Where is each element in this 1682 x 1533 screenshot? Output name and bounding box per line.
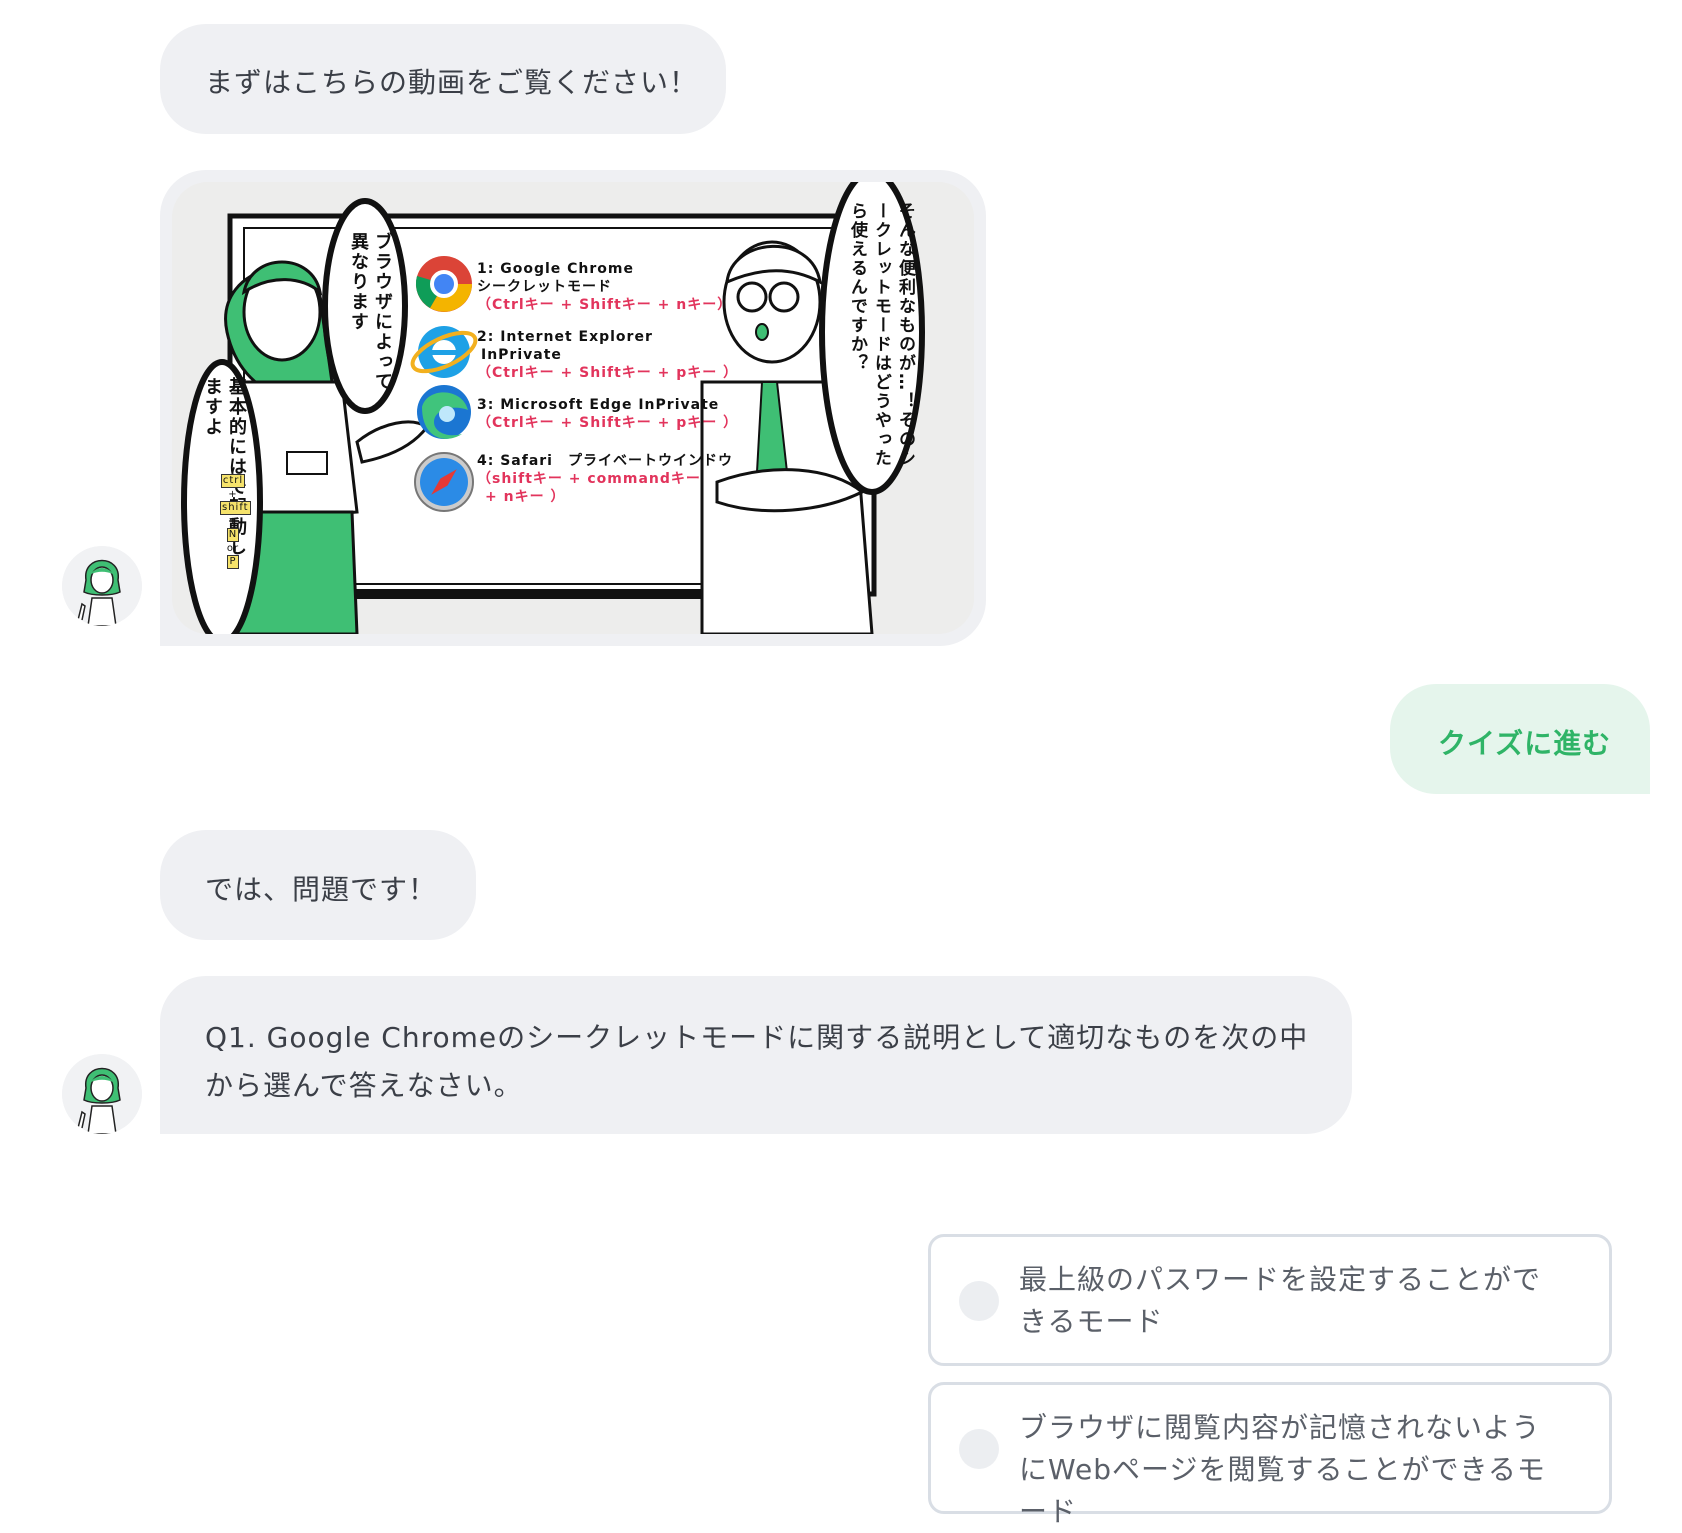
browser-title: 3: Microsoft Edge InPrivate bbox=[477, 397, 720, 413]
video-thumbnail[interactable]: 1: Google Chrome シークレットモード （Ctrlキー + Shi… bbox=[172, 182, 974, 634]
browser-title: 4: Safari プライベートウインドウ bbox=[477, 453, 733, 469]
browser-shortcut: （Ctrlキー + Shiftキー + nキー） bbox=[477, 297, 733, 313]
option-label: ブラウザに閲覧内容が記憶されないようにWebページを閲覧することができるモード bbox=[1019, 1411, 1546, 1528]
option-label: 最上級のパスワードを設定することができるモード bbox=[1019, 1263, 1542, 1338]
assistant-avatar-icon bbox=[62, 546, 142, 626]
edge-icon bbox=[417, 385, 471, 439]
message-text: では、問題です！ bbox=[205, 873, 438, 906]
chrome-icon bbox=[415, 256, 472, 312]
bot-message-lead-in: では、問題です！ bbox=[160, 830, 476, 940]
question-text: Q1. Google Chromeのシークレットモードに関する説明として適切なも… bbox=[205, 1021, 1309, 1102]
message-text: まずはこちらの動画をご覧ください！ bbox=[205, 66, 699, 99]
speech-bubble-center: ブラウザによって異なります bbox=[348, 232, 393, 392]
browser-title: 1: Google Chrome bbox=[477, 261, 634, 277]
browser-title: 2: Internet Explorer bbox=[477, 329, 653, 345]
speech-bubble-right: そんな便利なものが…！そのシークレットモードはどうやったら使えるんですか？ bbox=[847, 202, 915, 468]
shift-key: shift bbox=[220, 501, 251, 515]
browser-subtitle: InPrivate bbox=[481, 347, 562, 363]
browser-shortcut: （shiftキー + commandキー bbox=[477, 471, 701, 487]
safari-icon bbox=[414, 452, 474, 512]
radio-button[interactable] bbox=[959, 1281, 999, 1321]
browser-item-safari: 4: Safari プライベートウインドウ （shiftキー + command… bbox=[477, 452, 733, 506]
answer-option-1[interactable]: 最上級のパスワードを設定することができるモード bbox=[928, 1234, 1612, 1366]
browser-shortcut-cont: + nキー ） bbox=[485, 489, 566, 505]
bot-message-question: Q1. Google Chromeのシークレットモードに関する説明として適切なも… bbox=[160, 976, 1352, 1134]
p-key: P bbox=[227, 555, 239, 569]
browser-shortcut: （Ctrlキー + Shiftキー + pキー ） bbox=[477, 415, 739, 431]
browser-item-ie: 2: Internet Explorer InPrivate （Ctrlキー +… bbox=[477, 328, 738, 382]
user-message-proceed[interactable]: クイズに進む bbox=[1390, 684, 1650, 794]
assistant-avatar-icon bbox=[62, 1054, 142, 1134]
ctrl-key: ctrl bbox=[220, 474, 246, 488]
avatar bbox=[62, 546, 142, 626]
proceed-to-quiz-label: クイズに進む bbox=[1438, 727, 1612, 760]
n-key: N bbox=[226, 528, 240, 542]
answer-option-2[interactable]: ブラウザに閲覧内容が記憶されないようにWebページを閲覧することができるモード bbox=[928, 1382, 1612, 1528]
browser-item-edge: 3: Microsoft Edge InPrivate （Ctrlキー + Sh… bbox=[477, 396, 738, 432]
browser-item-chrome: 1: Google Chrome シークレットモード （Ctrlキー + Shi… bbox=[477, 260, 732, 314]
bot-message-intro: まずはこちらの動画をご覧ください！ bbox=[160, 24, 726, 134]
radio-button[interactable] bbox=[959, 1429, 999, 1469]
keyboard-keys: ctrl + shift + N or P bbox=[220, 474, 251, 569]
bot-message-video: 1: Google Chrome シークレットモード （Ctrlキー + Shi… bbox=[160, 170, 986, 646]
avatar bbox=[62, 1054, 142, 1134]
or-text: or bbox=[226, 543, 240, 554]
browser-shortcut: （Ctrlキー + Shiftキー + pキー ） bbox=[477, 365, 739, 381]
browser-subtitle: シークレットモード bbox=[477, 279, 612, 295]
